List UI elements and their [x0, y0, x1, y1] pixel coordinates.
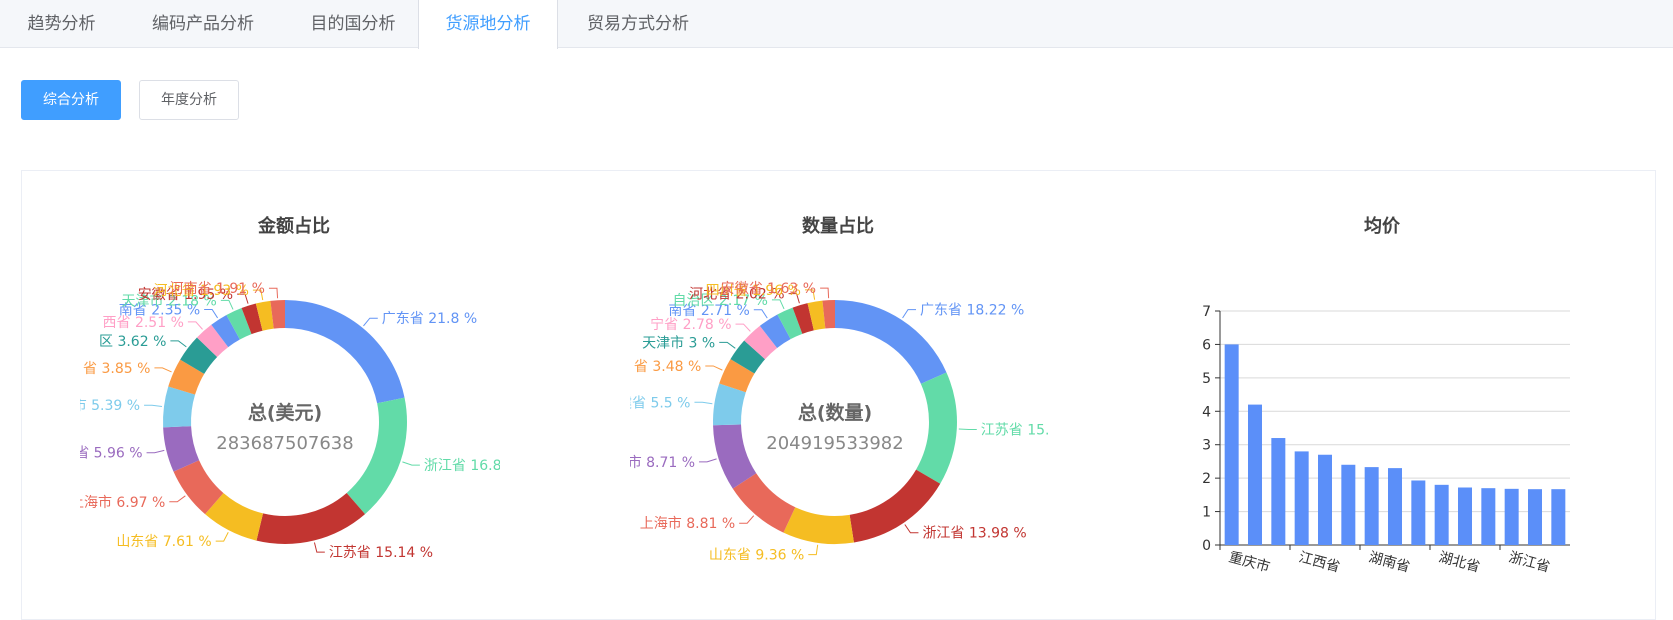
slice-label: 浙江省 13.98 %	[922, 526, 1026, 542]
label-leader-line	[187, 321, 203, 330]
donut-slice[interactable]	[346, 397, 407, 515]
y-tick-label: 6	[1202, 337, 1211, 353]
bar[interactable]	[1388, 468, 1402, 545]
x-tick-label: 浙江省	[1507, 549, 1552, 575]
tab-trend-analysis[interactable]: 趋势分析	[0, 0, 123, 48]
bar[interactable]	[1271, 438, 1286, 545]
x-tick-label: 湖南省	[1367, 549, 1412, 575]
slice-label: 安徽省 1.63 %	[721, 281, 816, 297]
x-tick-label: 重庆市	[1227, 548, 1272, 575]
tab-trade-mode-analysis[interactable]: 贸易方式分析	[558, 0, 718, 48]
quantity-chart-title: 数量占比	[802, 216, 874, 237]
donut-center-label: 总(数量)	[798, 401, 872, 424]
label-leader-line	[902, 309, 917, 319]
slice-label: 浙江省 16.8 %	[424, 458, 500, 474]
donut-slice[interactable]	[916, 372, 957, 484]
bar[interactable]	[1458, 487, 1472, 545]
label-leader-line	[268, 287, 279, 299]
donut-slice[interactable]	[783, 507, 854, 544]
bar[interactable]	[1224, 344, 1239, 545]
slice-label: 省 3.48 %	[634, 359, 701, 375]
label-leader-line	[958, 428, 977, 431]
annual-analysis-button[interactable]: 年度分析	[139, 80, 239, 120]
bar[interactable]	[1504, 488, 1519, 545]
label-leader-line	[694, 401, 713, 405]
tab-bar: 趋势分析 编码产品分析 目的国分析 货源地分析 贸易方式分析	[0, 0, 1673, 49]
donut-slice[interactable]	[256, 492, 366, 544]
label-leader-line	[735, 323, 751, 332]
slice-label: 上海市 8.81 %	[640, 515, 735, 532]
y-tick-label: 3	[1202, 438, 1211, 454]
slice-label: 河南省 1.91 %	[170, 281, 265, 297]
slice-label: 天津市 3 %	[642, 334, 715, 351]
amount-chart-title: 金额占比	[258, 216, 330, 237]
bar[interactable]	[1551, 489, 1566, 545]
y-tick-label: 0	[1202, 538, 1211, 554]
label-leader-line	[820, 287, 830, 299]
label-leader-line	[170, 340, 187, 348]
slice-label: 山东省 7.61 %	[116, 534, 211, 550]
y-tick-label: 4	[1202, 404, 1211, 420]
bar[interactable]	[1434, 484, 1449, 545]
label-leader-line	[808, 544, 819, 556]
tab-source-analysis[interactable]: 货源地分析	[418, 0, 558, 49]
y-tick-label: 5	[1202, 371, 1211, 387]
bar[interactable]	[1294, 451, 1309, 545]
label-leader-line	[144, 404, 163, 407]
label-leader-line	[215, 532, 229, 542]
slice-label: 江苏省 15.14 %	[329, 545, 433, 560]
amount-share-donut-chart: 广东省 21.8 % 浙江省 16.8 % 江苏省 15.14 % 山东省 7.61 …	[80, 281, 500, 560]
label-leader-line	[363, 317, 378, 327]
slice-label: 上海市 6.97 %	[80, 494, 165, 511]
y-tick-label: 2	[1202, 471, 1211, 487]
label-leader-line	[904, 524, 919, 534]
tab-code-product-analysis[interactable]: 编码产品分析	[123, 0, 283, 48]
label-leader-line	[146, 449, 165, 454]
y-tick-label: 1	[1202, 505, 1211, 521]
y-tick-label: 7	[1202, 304, 1211, 320]
slice-label: 广东省 21.8 %	[382, 311, 477, 327]
slice-label: 省 5.96 %	[80, 446, 143, 462]
bar[interactable]	[1528, 489, 1542, 545]
slice-label: 省 3.85 %	[83, 361, 150, 377]
slice-label: 区 3.62 %	[99, 334, 166, 350]
bar[interactable]	[1411, 480, 1426, 545]
donut-center-value: 283687507638	[216, 433, 353, 454]
label-leader-line	[169, 495, 186, 503]
label-leader-line	[402, 461, 420, 466]
slice-label: 建省 5.5 %	[630, 395, 690, 411]
donut-center-label: 总(美元)	[248, 401, 322, 424]
bar[interactable]	[1364, 467, 1379, 545]
comprehensive-analysis-button[interactable]: 综合分析	[21, 80, 121, 120]
bar[interactable]	[1248, 404, 1262, 545]
label-leader-line	[313, 542, 325, 553]
avg-price-chart-title: 均价	[1364, 216, 1400, 237]
bar[interactable]	[1481, 488, 1496, 545]
quantity-share-donut-chart: 广东省 18.22 % 江苏省 15. 浙江省 13.98 % 山东省 9.36 % 上…	[630, 281, 1050, 560]
avg-price-bar-chart: 0 1 2 3 4 5 6 7 重庆市 江西省 湖南省 湖北省 浙江省	[1202, 304, 1570, 576]
label-leader-line	[204, 309, 219, 319]
label-leader-line	[154, 367, 172, 373]
slice-label: 市 5.39 %	[80, 397, 140, 414]
bar[interactable]	[1318, 454, 1332, 545]
slice-label: 山东省 9.36 %	[709, 548, 804, 560]
label-leader-line	[705, 365, 723, 371]
slice-label: 江苏省 15.	[981, 423, 1050, 439]
bar[interactable]	[1341, 464, 1356, 545]
label-leader-line	[753, 309, 768, 319]
label-leader-line	[699, 458, 717, 463]
x-tick-label: 江西省	[1297, 549, 1342, 575]
slice-label: 广东省 18.22 %	[920, 303, 1024, 319]
donut-center-value: 204919533982	[766, 433, 903, 454]
label-leader-line	[719, 341, 736, 349]
x-tick-label: 湖北省	[1437, 549, 1482, 575]
slice-label: 市 8.71 %	[630, 454, 695, 471]
label-leader-line	[739, 515, 755, 524]
tab-destination-analysis[interactable]: 目的国分析	[283, 0, 423, 48]
